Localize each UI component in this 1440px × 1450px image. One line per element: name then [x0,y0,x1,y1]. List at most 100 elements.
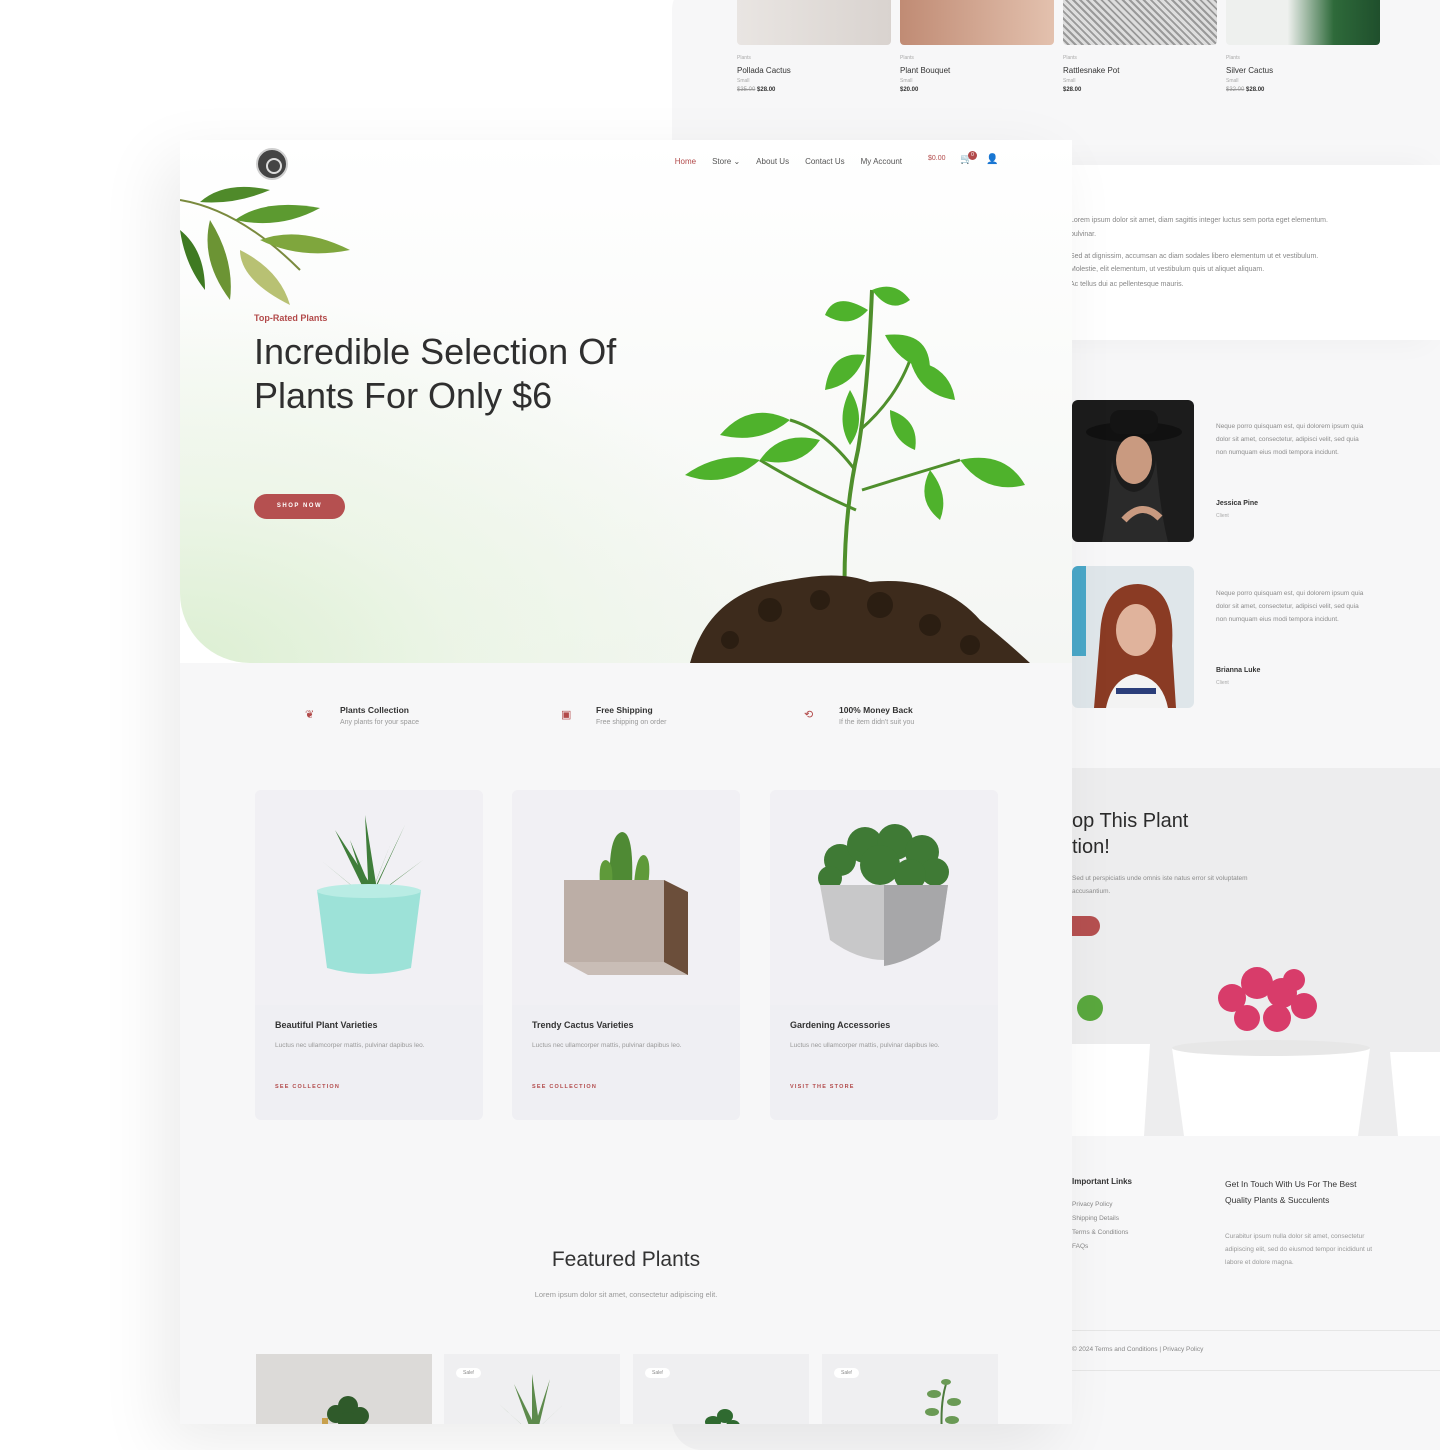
product-size: Small [1063,78,1076,84]
nav-home[interactable]: Home [675,157,696,166]
sale-badge: Sale! [456,1368,482,1378]
product-image [705,1409,740,1424]
visit-store-link[interactable]: VISIT THE STORE [790,1084,855,1090]
featured-product[interactable]: Sale! [444,1354,620,1424]
card-image [770,790,998,1005]
cart-count-badge: 0 [968,151,977,160]
footer-link[interactable]: Shipping Details [1072,1215,1119,1222]
featured-product[interactable] [256,1354,432,1424]
feature-subtitle: Any plants for your space [340,719,419,726]
card-title: Beautiful Plant Varieties [275,1020,378,1030]
about-text: Molestie, elit elementum, ut vestibulum … [1070,266,1265,273]
testimonial-name: Jessica Pine [1216,500,1259,507]
card-title: Trendy Cactus Varieties [532,1020,634,1030]
featured-product[interactable]: Sale! [633,1354,809,1424]
featured-subtitle: Lorem ipsum dolor sit amet, consectetur … [534,1290,718,1299]
product-category: Plants [1063,55,1077,61]
product-size: Small [737,78,750,84]
footer-link[interactable]: Terms & Conditions [1072,1229,1128,1236]
nav-store[interactable]: Store ⌄ [712,157,740,166]
category-card-accessories[interactable]: Gardening Accessories Luctus nec ullamco… [770,790,998,1120]
nav-account[interactable]: My Account [861,157,902,166]
product-image [925,1379,961,1424]
footer-link[interactable]: Privacy Policy [1072,1201,1112,1208]
product-category: Plants [737,55,751,61]
feature-title: Plants Collection [340,705,409,715]
hero-section: Home Store ⌄ About Us Contact Us My Acco… [180,140,1072,663]
cart-amount[interactable]: $0.00 [928,155,946,162]
see-collection-link[interactable]: SEE COLLECTION [275,1084,340,1090]
product-name[interactable]: Pollada Cactus [737,66,891,75]
product-image [737,0,891,45]
product-name[interactable]: Silver Cactus [1226,66,1380,75]
product-image [1226,0,1380,45]
nav-contact[interactable]: Contact Us [805,157,845,166]
card-text: Luctus nec ullamcorper mattis, pulvinar … [275,1042,425,1049]
nav-store-label: Store [712,157,732,166]
product-card[interactable]: Plants Pollada Cactus Small $35.00 $28.0… [737,0,891,93]
product-image [900,0,1054,45]
divider [1072,1370,1440,1371]
copyright: © 2024 Terms and Conditions | Privacy Po… [1072,1346,1204,1353]
footer-link[interactable]: FAQs [1072,1243,1088,1250]
shop-text: Sed ut perspiciatis unde omnis iste natu… [1072,875,1248,895]
shop-title-line: tion! [1072,836,1110,858]
about-text: Sed at dignissim, accumsan ac diam sodal… [1070,253,1319,260]
lotus-icon: ❦ [305,709,315,721]
product-size: Small [900,78,913,84]
category-card-cactus[interactable]: Trendy Cactus Varieties Luctus nec ullam… [512,790,740,1120]
testimonial-name: Brianna Luke [1216,667,1261,674]
contact-title: Get In Touch With Us For The Best Qualit… [1225,1179,1357,1205]
chevron-down-icon: ⌄ [733,157,741,166]
product-image [499,1374,566,1424]
card-image [512,790,740,1005]
about-text: pulvinar. [1070,231,1097,238]
featured-product[interactable]: Sale! [822,1354,998,1424]
product-card[interactable]: Plants Rattlesnake Pot Small $28.00 [1063,0,1217,93]
card-text: Luctus nec ullamcorper mattis, pulvinar … [790,1042,940,1049]
seedling-illustration [685,286,1030,663]
feature-title: 100% Money Back [839,705,913,715]
category-card-plants[interactable]: Beautiful Plant Varieties Luctus nec ull… [255,790,483,1120]
card-title: Gardening Accessories [790,1020,891,1030]
user-icon[interactable]: 👤 [986,154,998,165]
front-page-preview: Home Store ⌄ About Us Contact Us My Acco… [180,140,1072,1424]
about-text: Lorem ipsum dolor sit amet, diam sagitti… [1070,217,1328,224]
testimonial-quote: Neque porro quisquam est, qui dolorem ip… [1216,590,1364,623]
featured-title: Featured Plants [551,1248,701,1271]
testimonial-avatar [1072,400,1194,542]
shop-now-button[interactable]: SHOP NOW [254,494,345,519]
shop-title-line: op This Plant [1072,810,1189,832]
product-price: $20.00 [900,87,919,93]
sale-badge: Sale! [645,1368,671,1378]
feature-title: Free Shipping [596,705,653,715]
product-size: Small [1226,78,1239,84]
see-collection-link[interactable]: SEE COLLECTION [532,1084,597,1090]
refresh-icon: ⟲ [804,709,814,721]
feature-subtitle: If the item didn't suit you [839,719,915,726]
divider [1072,1330,1440,1331]
product-price: $28.00 [1063,87,1082,93]
product-card[interactable]: Plants Plant Bouquet Small $20.00 [900,0,1054,93]
product-category: Plants [1226,55,1240,61]
sale-badge: Sale! [834,1368,860,1378]
gift-icon: ▣ [561,709,572,721]
about-section: Lorem ipsum dolor sit amet, diam sagitti… [1060,165,1440,340]
product-image [1063,0,1217,45]
footer-links-title: Important Links [1072,1177,1133,1186]
shop-title: op This Plant tion! [1072,808,1188,860]
product-category: Plants [900,55,914,61]
nav-about[interactable]: About Us [756,157,789,166]
product-card[interactable]: Plants Silver Cactus Small $32.00 $28.00 [1226,0,1380,93]
site-logo[interactable] [256,148,288,180]
product-name[interactable]: Rattlesnake Pot [1063,66,1217,75]
feature-subtitle: Free shipping on order [596,719,667,726]
product-image [322,1396,369,1424]
product-price: $32.00 $28.00 [1226,87,1265,93]
about-text: Ac tellus dui ac pellentesque mauris. [1070,281,1184,288]
card-text: Luctus nec ullamcorper mattis, pulvinar … [532,1042,682,1049]
product-name[interactable]: Plant Bouquet [900,66,1054,75]
testimonial-role: Client [1216,680,1229,686]
main-navigation: Home Store ⌄ About Us Contact Us My Acco… [675,157,902,166]
testimonial-quote: Neque porro quisquam est, qui dolorem ip… [1216,423,1364,456]
